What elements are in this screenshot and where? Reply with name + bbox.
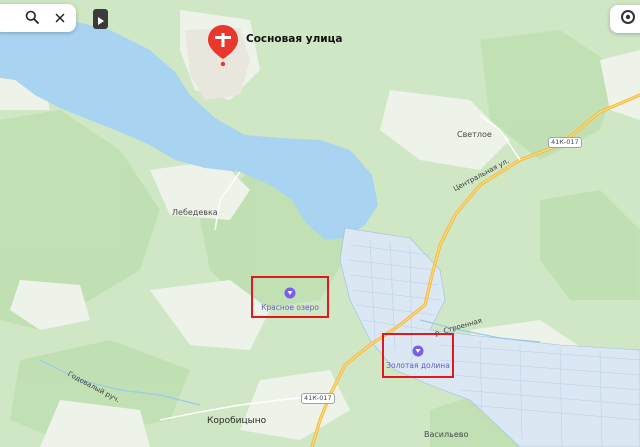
poi-label: Золотая долина: [386, 361, 450, 370]
play-triangle-icon: [97, 10, 104, 29]
ring-icon: [620, 9, 636, 29]
settlement-lebedevka: Лебедевка: [172, 208, 218, 217]
poi-label: Красное озеро: [261, 303, 319, 312]
layers-button[interactable]: [610, 5, 640, 33]
road-badge: 41К-017: [301, 393, 335, 404]
settlement-vasilevo: Васильево: [424, 430, 469, 439]
search-bar: [0, 4, 76, 32]
poi-marker-icon: [284, 284, 296, 303]
settlement-korobitsyno: Коробицыно: [207, 416, 267, 426]
poi-zolotaya-dolina[interactable]: Золотая долина: [384, 342, 452, 370]
search-icon: [25, 9, 39, 28]
panel-toggle-button[interactable]: [93, 9, 108, 29]
settlement-svetloe: Светлое: [457, 130, 492, 139]
close-icon: [54, 9, 66, 28]
map-canvas[interactable]: [0, 0, 640, 447]
close-button[interactable]: [46, 4, 74, 32]
search-button[interactable]: [18, 4, 46, 32]
poi-marker-icon: [412, 342, 424, 361]
selected-place-pin[interactable]: [206, 23, 240, 71]
selected-place-label: Сосновая улица: [246, 33, 343, 45]
road-badge: 41К-017: [548, 137, 582, 148]
poi-krasnoe-ozero[interactable]: Красное озеро: [253, 284, 327, 312]
geo-pin-icon: [206, 25, 240, 71]
